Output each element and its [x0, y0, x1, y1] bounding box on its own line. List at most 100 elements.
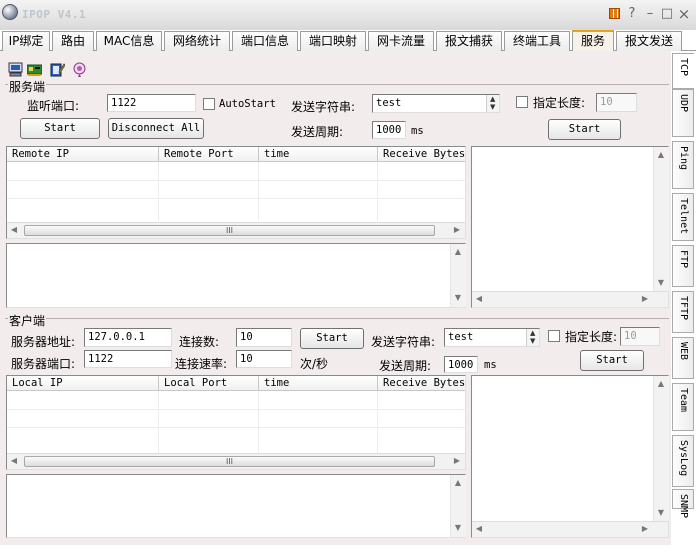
server-send-string-spinner[interactable]: ▲ ▼	[486, 95, 499, 112]
client-send-period-input[interactable]: 1000	[444, 356, 478, 373]
side-tab-team[interactable]: Team	[672, 383, 694, 431]
server-send-start-button[interactable]: Start	[548, 119, 621, 140]
tab-ip-binding[interactable]: IP绑定	[2, 31, 50, 51]
edit-icon[interactable]	[50, 62, 66, 77]
tab-net-stats[interactable]: 网络统计	[164, 31, 230, 51]
server-send-period-input[interactable]: 1000	[372, 121, 406, 139]
server-fixed-length-input[interactable]: 10	[596, 93, 637, 112]
server-start-button[interactable]: Start	[20, 118, 100, 139]
client-connections-table[interactable]: Local IP Local Port time Receive Bytes ◀…	[6, 375, 466, 470]
scroll-down-icon[interactable]: ▼	[654, 278, 668, 287]
tab-nic-traffic[interactable]: 网卡流量	[368, 31, 434, 51]
side-tab-snmp[interactable]: SNMP	[672, 489, 694, 518]
side-tab-syslog[interactable]: SysLog	[672, 435, 694, 487]
connection-count-label: 连接数:	[179, 335, 220, 349]
server-port-input[interactable]: 1122	[84, 350, 172, 368]
server-send-string-input[interactable]: test	[372, 94, 500, 113]
vertical-scrollbar[interactable]: ▲ ▼	[450, 475, 466, 537]
listen-port-input[interactable]: 1122	[107, 94, 196, 112]
scroll-up-icon[interactable]: ▲	[654, 150, 668, 159]
disconnect-all-button[interactable]: Disconnect All	[108, 118, 204, 139]
connection-rate-input[interactable]: 10	[236, 350, 292, 368]
client-start-button[interactable]: Start	[300, 328, 364, 349]
spin-down-icon[interactable]: ▼	[530, 338, 535, 345]
column-local-port[interactable]: Local Port	[159, 376, 259, 391]
scroll-down-icon[interactable]: ▼	[654, 508, 668, 517]
tab-mac-info[interactable]: MAC信息	[96, 31, 162, 51]
network-card-icon[interactable]	[26, 62, 43, 77]
scroll-right-icon[interactable]: ▶	[450, 225, 464, 234]
tab-packet-capture[interactable]: 报文捕获	[436, 31, 502, 51]
horizontal-scrollbar[interactable]: ◀ III ▶	[7, 453, 465, 469]
orange-grid-icon[interactable]	[609, 8, 620, 19]
column-receive-bytes[interactable]: Receive Bytes	[378, 147, 465, 162]
tab-route[interactable]: 路由	[52, 31, 94, 51]
column-time[interactable]: time	[259, 147, 378, 162]
tab-terminal-tools[interactable]: 终端工具	[504, 31, 570, 51]
column-remote-ip[interactable]: Remote IP	[7, 147, 159, 162]
column-receive-bytes[interactable]: Receive Bytes	[378, 376, 465, 391]
scroll-left-icon[interactable]: ◀	[472, 294, 486, 303]
connection-count-input[interactable]: 10	[236, 328, 292, 347]
client-fixed-length-input[interactable]: 10	[620, 327, 660, 346]
vertical-scrollbar[interactable]: ▲ ▼	[653, 147, 669, 291]
scroll-up-icon[interactable]: ▲	[451, 247, 465, 256]
column-remote-port[interactable]: Remote Port	[159, 147, 259, 162]
column-local-ip[interactable]: Local IP	[7, 376, 159, 391]
computer-icon[interactable]	[8, 62, 23, 77]
client-send-data-box[interactable]: ▲ ▼ ◀ ▶	[471, 375, 669, 538]
side-tab-telnet[interactable]: Telnet	[672, 193, 694, 241]
scroll-down-icon[interactable]: ▼	[451, 523, 465, 532]
spin-up-icon[interactable]: ▲	[490, 96, 495, 103]
tab-packet-send[interactable]: 报文发送	[616, 31, 682, 51]
scroll-right-icon[interactable]: ▶	[638, 524, 652, 533]
column-time[interactable]: time	[259, 376, 378, 391]
side-tab-tcp[interactable]: TCP	[672, 53, 694, 89]
scroll-thumb[interactable]: III	[24, 225, 435, 236]
server-fixed-length-checkbox[interactable]	[516, 96, 528, 108]
server-address-label: 服务器地址:	[11, 335, 76, 349]
scroll-right-icon[interactable]: ▶	[450, 456, 464, 465]
scroll-thumb[interactable]: III	[24, 456, 435, 467]
server-connections-table[interactable]: Remote IP Remote Port time Receive Bytes…	[6, 146, 466, 239]
scroll-left-icon[interactable]: ◀	[472, 524, 486, 533]
side-tab-tftp[interactable]: TFTP	[672, 291, 694, 333]
horizontal-scrollbar[interactable]: ◀ ▶	[472, 521, 668, 537]
scroll-left-icon[interactable]: ◀	[7, 456, 21, 465]
server-address-input[interactable]: 127.0.0.1	[84, 328, 172, 347]
scroll-up-icon[interactable]: ▲	[451, 478, 465, 487]
minimize-button[interactable]: –	[642, 6, 658, 22]
spin-down-icon[interactable]: ▼	[490, 104, 495, 111]
help-button[interactable]: ?	[624, 6, 640, 22]
client-fixed-length-checkbox[interactable]	[548, 330, 560, 342]
side-tab-ping[interactable]: Ping	[672, 141, 694, 189]
scroll-up-icon[interactable]: ▲	[654, 379, 668, 388]
horizontal-scrollbar[interactable]: ◀ ▶	[472, 291, 668, 307]
server-group-label: 服务端	[8, 78, 47, 95]
side-tab-web[interactable]: WEB	[672, 337, 694, 379]
grid-line	[7, 198, 465, 199]
maximize-button[interactable]: □	[659, 6, 675, 22]
vertical-scrollbar[interactable]: ▲ ▼	[450, 244, 466, 307]
side-tab-udp[interactable]: UDP	[672, 89, 694, 137]
balloon-icon[interactable]	[72, 62, 87, 77]
side-tab-ftp[interactable]: FTP	[672, 245, 694, 287]
spin-up-icon[interactable]: ▲	[530, 330, 535, 337]
close-button[interactable]: ×	[676, 6, 692, 22]
server-send-data-box[interactable]: ▲ ▼ ◀ ▶	[471, 146, 669, 308]
tab-port-mapping[interactable]: 端口映射	[300, 31, 366, 51]
server-group-border	[5, 84, 669, 85]
server-send-string-label: 发送字符串:	[291, 100, 356, 114]
server-log-box[interactable]: ▲ ▼	[6, 243, 466, 308]
vertical-scrollbar[interactable]: ▲ ▼	[653, 376, 669, 521]
client-log-box[interactable]: ▲ ▼	[6, 474, 466, 538]
client-send-start-button[interactable]: Start	[580, 350, 644, 371]
scroll-left-icon[interactable]: ◀	[7, 225, 21, 234]
tab-service[interactable]: 服务	[572, 30, 614, 52]
horizontal-scrollbar[interactable]: ◀ III ▶	[7, 222, 465, 238]
scroll-down-icon[interactable]: ▼	[451, 293, 465, 302]
tab-port-info[interactable]: 端口信息	[232, 31, 298, 51]
scroll-right-icon[interactable]: ▶	[638, 294, 652, 303]
autostart-checkbox[interactable]	[203, 98, 215, 110]
client-send-string-spinner[interactable]: ▲ ▼	[526, 329, 539, 346]
